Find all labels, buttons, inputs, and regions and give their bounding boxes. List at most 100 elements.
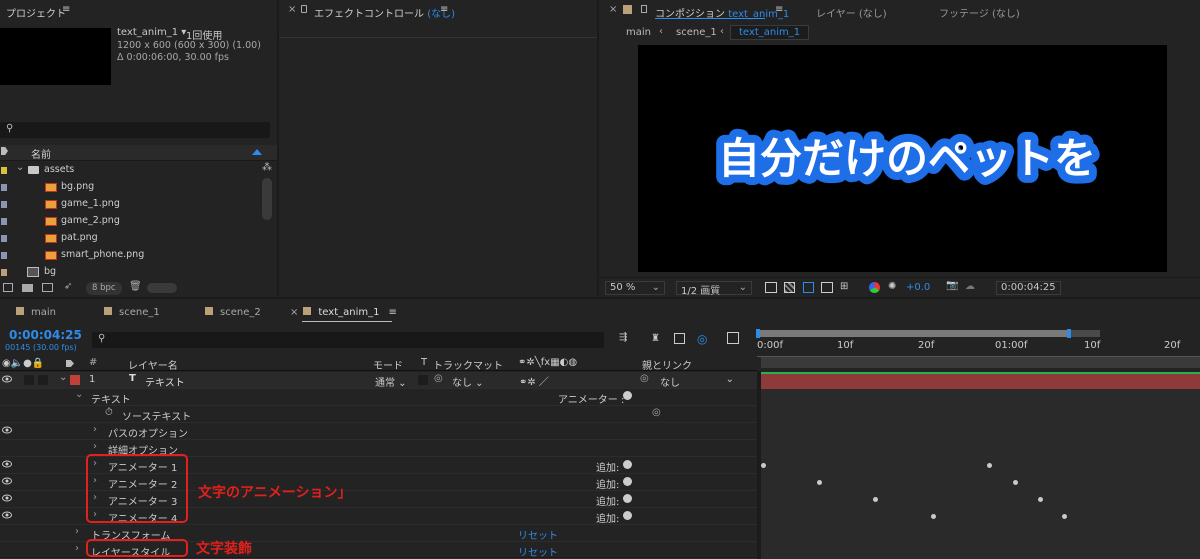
label-color-swatch[interactable] [1,252,7,259]
breadcrumb-scene-1[interactable]: scene_1 [676,27,717,38]
layer-viewer-tab[interactable]: レイヤー (なし) [816,5,887,20]
project-search-input[interactable]: ⚲ [0,122,270,138]
lock-icon[interactable] [301,5,307,13]
show-snapshot-icon[interactable]: ☁ [965,281,975,292]
eye-icon[interactable] [2,426,12,434]
exposure-value[interactable]: +0.0 [906,282,930,293]
project-scrollbar[interactable] [262,178,272,220]
current-timecode[interactable]: 0:00:04:25 [9,328,82,342]
transparency-grid-icon[interactable] [784,282,795,293]
timeline-tab-scene-2[interactable]: scene_2 [205,307,261,318]
label-color-swatch[interactable] [1,184,7,191]
project-list-item[interactable]: game_1.png [0,196,260,213]
add-menu-icon[interactable] [623,460,632,469]
project-list-item[interactable]: pat.png [0,230,260,247]
flowchart-icon[interactable]: ⁂ [262,162,272,173]
project-list-item[interactable]: game_2.png [0,213,260,230]
keyframe[interactable] [817,480,822,485]
eye-icon[interactable] [2,511,12,519]
frame-blending-icon[interactable] [674,333,685,344]
region-of-interest-icon[interactable] [821,282,833,293]
lock-icon[interactable] [641,5,647,13]
label-color-swatch[interactable] [1,167,7,174]
breadcrumb-text-anim-1[interactable]: text_anim_1 [730,25,810,40]
add-menu-icon[interactable] [623,511,632,520]
keyframe[interactable] [931,514,936,519]
keyframe[interactable] [987,463,992,468]
chevron-right-icon[interactable]: › [93,441,97,452]
comp-name[interactable]: text_anim_1 ▾ [117,27,186,38]
mode-dropdown[interactable]: 通常 ⌄ [375,374,407,389]
text-group-row[interactable]: ⌄ テキスト アニメーター : [0,389,757,406]
close-icon[interactable]: × [290,307,298,318]
label-color-swatch[interactable] [1,201,7,208]
animator-menu-icon[interactable] [623,391,632,400]
breadcrumb-main[interactable]: main [626,27,651,38]
keyframe[interactable] [1013,480,1018,485]
label-color-swatch[interactable] [1,235,7,242]
preserve-transparency-box[interactable] [418,375,428,385]
interpret-footage-icon[interactable] [3,283,13,292]
panel-menu-icon[interactable]: ≡ [775,4,783,15]
resolution-dropdown[interactable]: 1/2 画質 ⌄ [676,281,752,297]
parent-pickwhip-icon[interactable]: ◎ [640,373,649,384]
keyframe[interactable] [1038,497,1043,502]
channel-rgb-icon[interactable] [869,282,880,293]
keyframe[interactable] [1062,514,1067,519]
fast-previews-icon[interactable] [765,282,777,293]
trash-icon[interactable]: 🗑 [129,281,142,292]
layer-label-color[interactable] [70,375,80,385]
layer-name-header[interactable]: レイヤー名 [128,357,178,372]
source-text-row[interactable]: ⏱ ソーステキスト ◎ [0,406,757,423]
panel-menu-icon[interactable]: ≡ [388,307,396,318]
panel-menu-icon[interactable]: ≡ [440,4,448,15]
work-area-range[interactable] [760,330,1067,337]
close-icon[interactable]: × [609,4,617,15]
snapshot-camera-icon[interactable]: 📷 [946,280,958,291]
project-list-item[interactable]: bg.png [0,179,260,196]
matte-link-icon[interactable]: ◎ [434,373,443,384]
viewer-timecode[interactable]: 0:00:04:25 [996,281,1061,295]
expression-pickwhip-icon[interactable]: ◎ [652,407,661,418]
layer-name[interactable]: テキスト [145,374,185,389]
project-list-item[interactable]: ⌄ assets [0,162,260,179]
path-options-row[interactable]: › パスのオプション [0,423,757,440]
label-color-swatch[interactable] [1,218,7,225]
keyframe[interactable] [873,497,878,502]
zoom-dropdown[interactable]: 50 % ⌄ [605,281,665,295]
motion-blur-icon[interactable]: ◎ [697,332,707,346]
panel-menu-icon[interactable]: ≡ [62,4,70,15]
graph-editor-icon[interactable] [727,332,739,344]
new-comp-icon[interactable] [42,283,53,292]
label-color-swatch[interactable] [1,269,7,276]
column-name-header[interactable]: 名前 [31,146,51,161]
layer-duration-bar[interactable] [761,372,1200,389]
layer-switches-icon[interactable]: ⚭✲ ／ [519,373,549,388]
close-icon[interactable]: × [288,4,296,15]
mask-visibility-icon[interactable] [803,282,814,293]
transform-reset-link[interactable]: リセット [518,527,558,542]
chevron-down-icon[interactable]: ⌄ [16,162,24,173]
chevron-right-icon[interactable]: › [93,424,97,435]
add-menu-icon[interactable] [623,477,632,486]
composition-mini-flowchart-icon[interactable]: ⇶ [619,332,627,343]
project-list-item[interactable]: smart_phone.png [0,247,260,264]
parent-dropdown[interactable]: なし ⌄ [660,374,734,389]
eye-icon[interactable] [2,460,12,468]
bpc-badge[interactable]: 8 bpc [86,282,122,295]
lock-box[interactable] [38,375,48,385]
timeline-tab-main[interactable]: main [16,307,56,318]
time-ruler[interactable]: 0:00f 10f 20f 01:00f 10f 20f [757,339,1200,357]
eye-icon[interactable] [2,494,12,502]
shy-layers-icon[interactable]: ♜ [651,333,660,344]
project-list-item[interactable]: bg [0,264,260,281]
timeline-tab-scene-1[interactable]: scene_1 [104,307,160,318]
eye-icon[interactable] [2,477,12,485]
timeline-tab-text-anim-1[interactable]: × text_anim_1 ≡ [290,307,397,318]
chevron-down-icon[interactable]: ⌄ [59,372,67,383]
footage-viewer-tab[interactable]: フッテージ (なし) [939,5,1020,20]
timeline-search-input[interactable]: ⚲ [92,332,604,348]
add-menu-icon[interactable] [623,494,632,503]
solo-box[interactable] [24,375,34,385]
color-management-icon[interactable]: ✺ [888,281,896,292]
